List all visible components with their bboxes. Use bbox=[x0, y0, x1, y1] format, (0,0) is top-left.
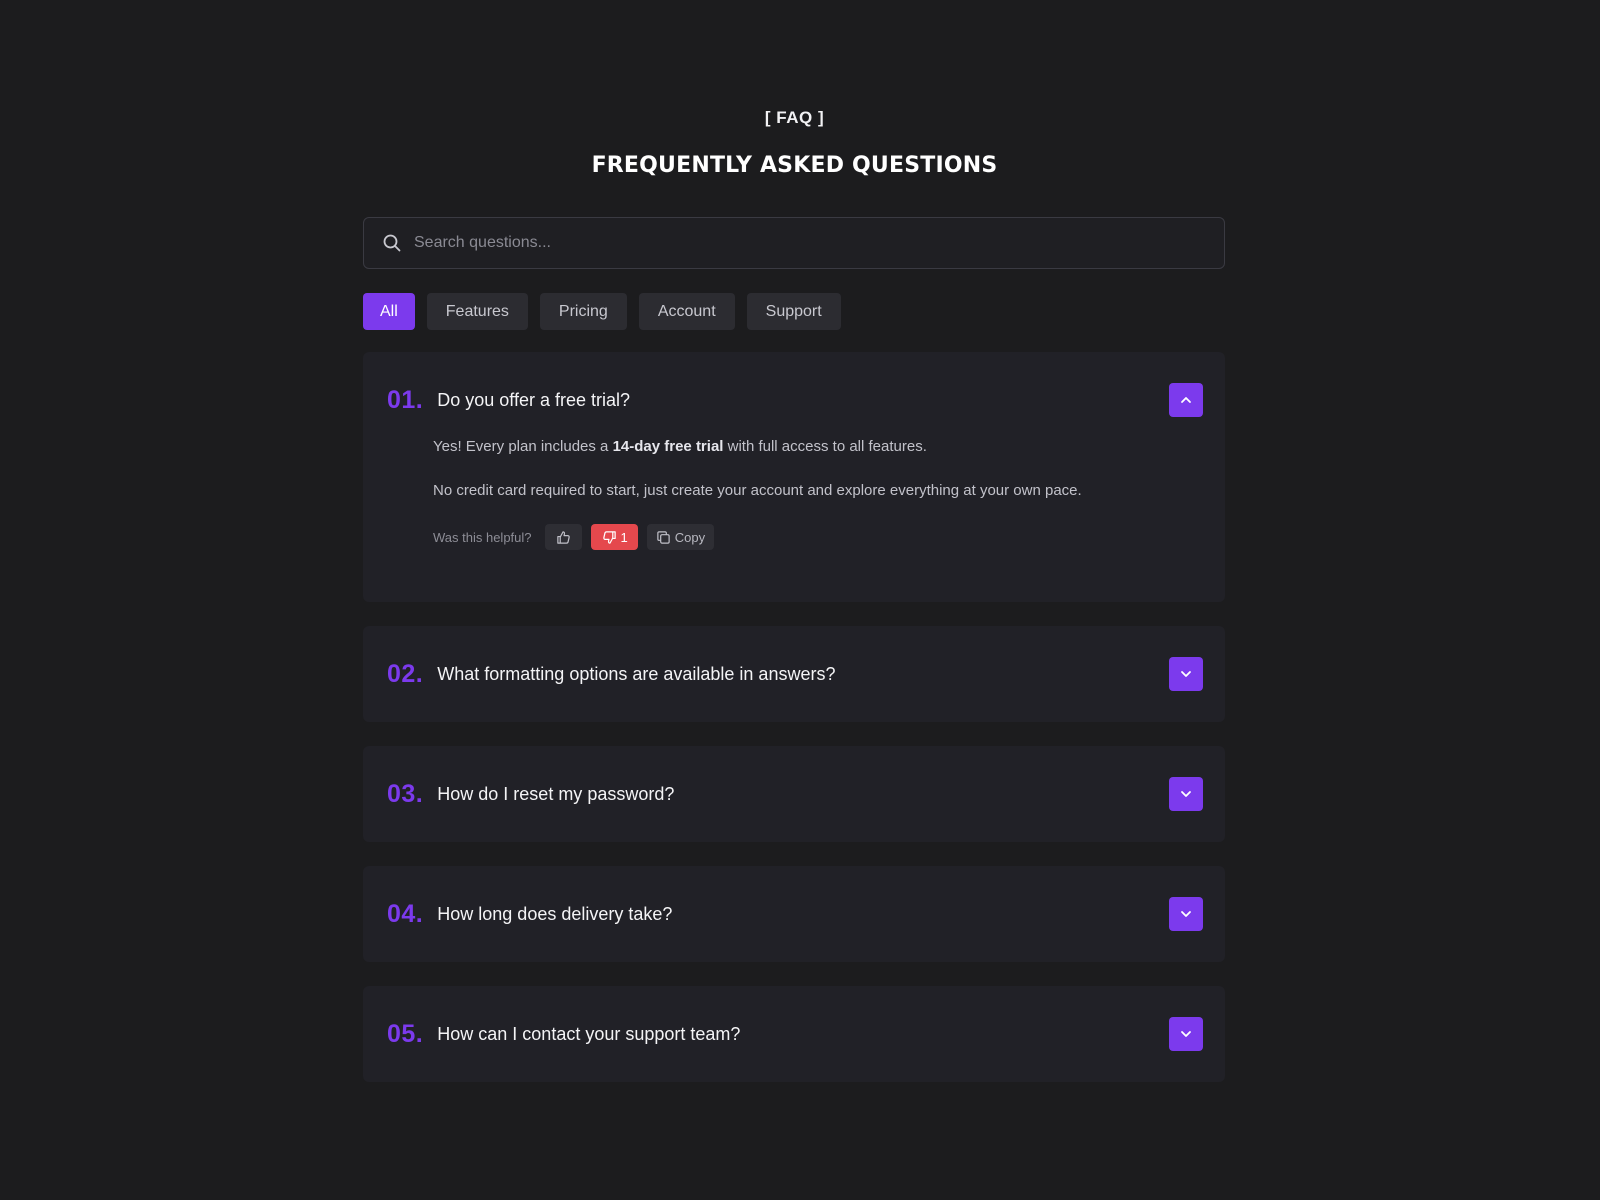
faq-number: 02. bbox=[387, 659, 424, 688]
thumbs-up-icon bbox=[556, 530, 571, 545]
faq-number: 03. bbox=[387, 779, 424, 808]
faq-question-header[interactable]: 03. How do I reset my password? bbox=[363, 746, 1225, 842]
faq-question: How long does delivery take? bbox=[437, 903, 673, 924]
faq-question-header[interactable]: 02. What formatting options are availabl… bbox=[363, 626, 1225, 722]
faq-page: [ FAQ ] FREQUENTLY ASKED QUESTIONS All F… bbox=[0, 0, 1600, 1200]
filter-support[interactable]: Support bbox=[746, 293, 841, 330]
chevron-down-icon bbox=[1179, 787, 1193, 801]
dislike-count: 1 bbox=[620, 529, 628, 545]
copy-label: Copy bbox=[674, 529, 706, 545]
thumbs-up-button[interactable] bbox=[544, 524, 582, 550]
faq-item: 01. Do you offer a free trial? Yes! Ever… bbox=[363, 352, 1225, 602]
chevron-down-icon bbox=[1179, 1027, 1193, 1041]
answer-paragraph: No credit card required to start, just c… bbox=[433, 482, 1082, 499]
chevron-down-icon bbox=[1179, 907, 1193, 921]
category-filters: All Features Pricing Account Support bbox=[363, 293, 841, 330]
search-icon bbox=[382, 233, 402, 253]
filter-features[interactable]: Features bbox=[426, 293, 528, 330]
thumbs-down-icon bbox=[602, 530, 617, 545]
faq-item: 04. How long does delivery take? bbox=[363, 866, 1225, 962]
filter-pricing[interactable]: Pricing bbox=[539, 293, 627, 330]
faq-answer: Yes! Every plan includes a 14-day free t… bbox=[363, 436, 1225, 574]
faq-item: 05. How can I contact your support team? bbox=[363, 986, 1225, 1082]
faq-item: 03. How do I reset my password? bbox=[363, 746, 1225, 842]
thumbs-down-button[interactable]: 1 bbox=[590, 524, 638, 550]
expand-toggle-button[interactable] bbox=[1169, 777, 1203, 811]
answer-paragraph: Yes! Every plan includes a 14-day free t… bbox=[433, 438, 927, 455]
chevron-up-icon bbox=[1179, 393, 1193, 407]
chevron-down-icon bbox=[1179, 667, 1193, 681]
faq-question: What formatting options are available in… bbox=[437, 663, 836, 684]
faq-question: How can I contact your support team? bbox=[437, 1023, 741, 1044]
copy-icon bbox=[656, 530, 671, 545]
filter-account[interactable]: Account bbox=[638, 293, 735, 330]
feedback-bar: Was this helpful? 1 Copy bbox=[433, 524, 1201, 550]
collapse-toggle-button[interactable] bbox=[1169, 383, 1203, 417]
faq-number: 01. bbox=[387, 385, 424, 414]
expand-toggle-button[interactable] bbox=[1169, 657, 1203, 691]
answer-highlight: 14-day free trial bbox=[612, 438, 724, 455]
section-eyebrow: [ FAQ ] bbox=[764, 108, 825, 127]
search-bar[interactable] bbox=[363, 217, 1225, 269]
faq-question: How do I reset my password? bbox=[437, 783, 675, 804]
faq-question: Do you offer a free trial? bbox=[437, 389, 631, 410]
faq-number: 05. bbox=[387, 1019, 424, 1048]
faq-list: 01. Do you offer a free trial? Yes! Ever… bbox=[363, 352, 1225, 1106]
faq-question-header[interactable]: 04. How long does delivery take? bbox=[363, 866, 1225, 962]
faq-question-header[interactable]: 05. How can I contact your support team? bbox=[363, 986, 1225, 1082]
faq-number: 04. bbox=[387, 899, 424, 928]
expand-toggle-button[interactable] bbox=[1169, 897, 1203, 931]
copy-button[interactable]: Copy bbox=[646, 524, 715, 550]
filter-all[interactable]: All bbox=[363, 293, 415, 330]
feedback-label: Was this helpful? bbox=[433, 529, 532, 545]
search-input[interactable] bbox=[414, 218, 1224, 268]
expand-toggle-button[interactable] bbox=[1169, 1017, 1203, 1051]
page-title: FREQUENTLY ASKED QUESTIONS bbox=[591, 153, 998, 178]
faq-item: 02. What formatting options are availabl… bbox=[363, 626, 1225, 722]
faq-question-header[interactable]: 01. Do you offer a free trial? bbox=[363, 352, 1225, 448]
